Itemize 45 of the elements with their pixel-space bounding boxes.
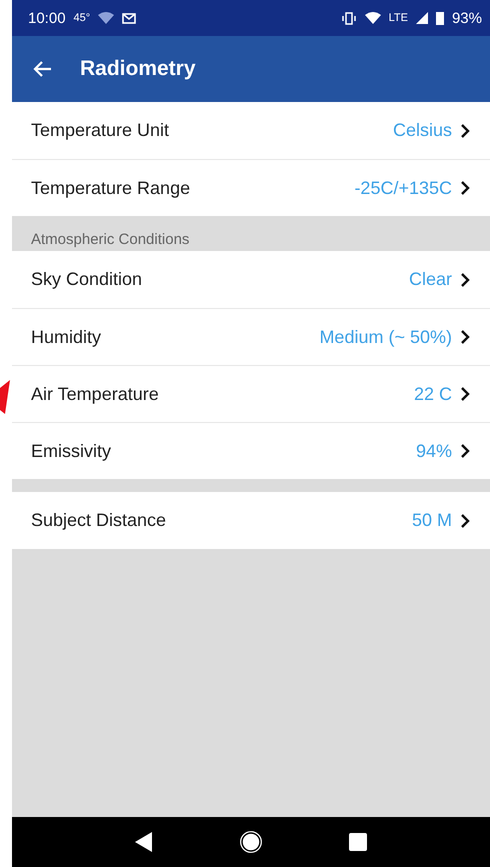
wifi-icon — [98, 12, 114, 24]
mail-icon — [122, 12, 136, 24]
setting-label: Temperature Unit — [31, 120, 170, 141]
setting-value: 94% — [416, 440, 452, 462]
setting-label: Subject Distance — [31, 510, 168, 531]
chevron-icon — [460, 330, 470, 344]
setting-value: Medium (~ 50%) — [319, 326, 452, 348]
chevron-icon — [460, 181, 470, 195]
settings-row[interactable]: Temperature Unit Celsius — [12, 102, 490, 159]
wifi-icon — [364, 12, 381, 24]
signal-icon — [416, 12, 428, 24]
settings-row[interactable]: Emissivity 94% — [12, 422, 490, 479]
setting-value: Clear — [408, 269, 452, 290]
screen-title: Radiometry — [80, 57, 196, 81]
setting-value: 22 C — [414, 384, 452, 404]
setting-value: -25C/+135C — [354, 178, 452, 198]
setting-label: Emissivity — [31, 440, 112, 462]
battery-percent: 93% — [452, 10, 482, 26]
home-nav-button[interactable] — [240, 831, 262, 853]
chevron-icon — [460, 387, 470, 401]
settings-row[interactable]: Humidity Medium (~ 50%) — [12, 308, 490, 365]
pointer-arrow-icon — [0, 380, 10, 414]
recents-nav-button[interactable] — [348, 833, 367, 851]
settings-row[interactable]: Sky Condition Clear — [12, 251, 490, 308]
battery-icon — [436, 11, 444, 25]
weather-temperature: 45° — [74, 12, 90, 24]
settings-row[interactable]: Temperature Range -25C/+135C — [12, 159, 490, 216]
setting-label: Temperature Range — [31, 178, 192, 198]
chevron-icon — [460, 444, 470, 458]
setting-label: Humidity — [31, 326, 102, 348]
setting-value: Celsius — [392, 120, 452, 141]
section-header: Atmospheric Conditions — [30, 230, 190, 250]
chevron-icon — [460, 514, 470, 528]
vibrate-icon — [340, 12, 357, 24]
back-button[interactable] — [32, 60, 52, 78]
settings-row[interactable]: Subject Distance 50 M — [12, 492, 490, 549]
settings-row[interactable]: Air Temperature 22 C — [12, 365, 490, 422]
setting-label: Sky Condition — [31, 269, 144, 290]
chevron-icon — [460, 272, 470, 286]
back-nav-button[interactable] — [135, 832, 154, 852]
setting-label: Air Temperature — [31, 384, 160, 404]
setting-value: 50 M — [412, 510, 452, 531]
chevron-icon — [460, 124, 470, 138]
network-type: LTE — [388, 12, 408, 24]
status-time: 10:00 — [28, 10, 66, 26]
